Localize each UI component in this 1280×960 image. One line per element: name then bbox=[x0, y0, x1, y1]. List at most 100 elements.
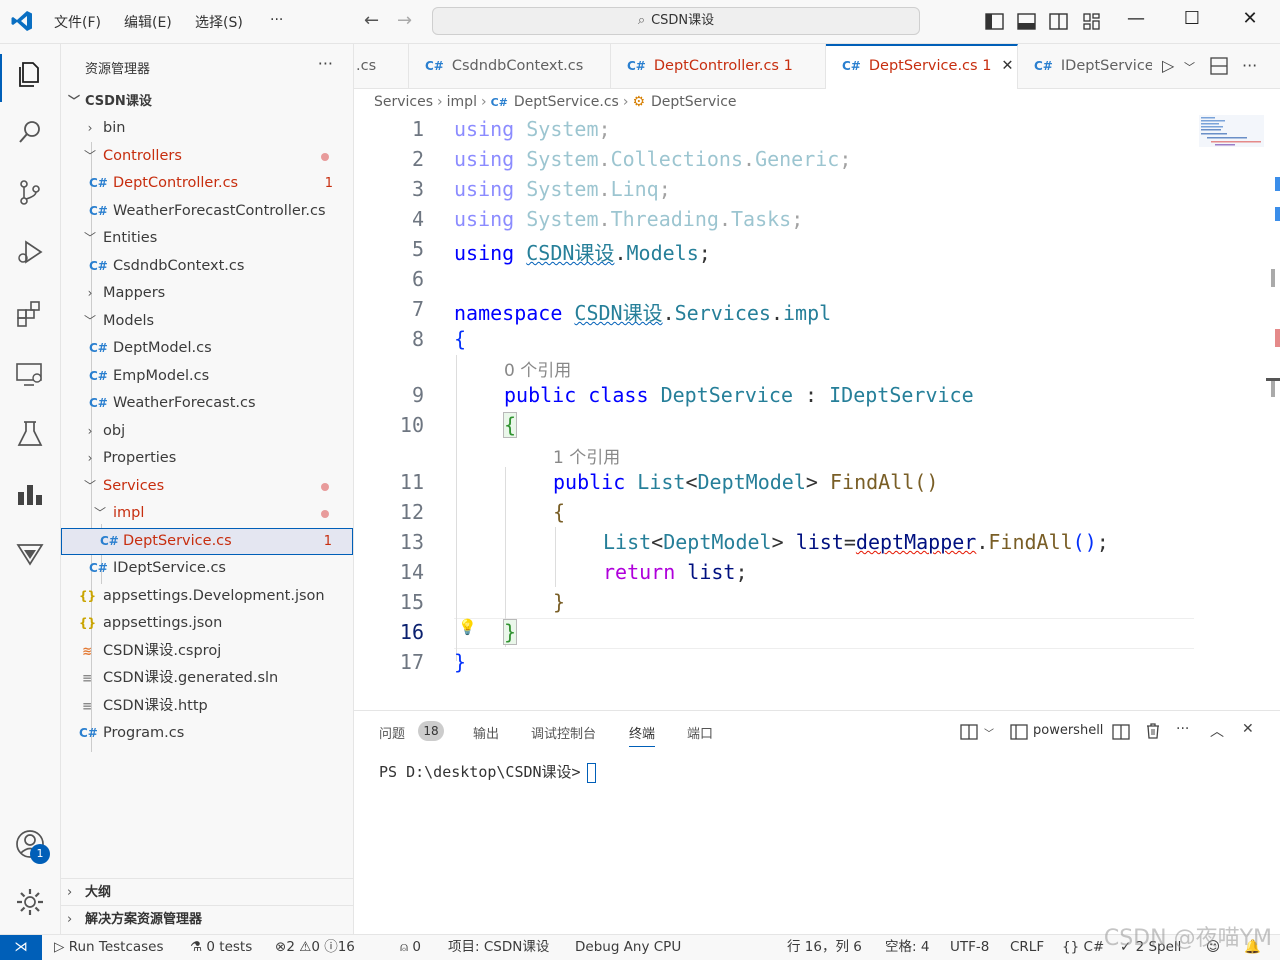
menu-file[interactable]: 文件(F) bbox=[54, 12, 101, 32]
more-actions-icon[interactable]: ··· bbox=[1242, 56, 1257, 75]
remote-indicator-icon[interactable]: ⋊ bbox=[0, 935, 42, 960]
tree-file-program[interactable]: C# Program.cs bbox=[61, 720, 353, 747]
lightbulb-icon[interactable]: 💡 bbox=[458, 618, 477, 636]
minimap[interactable] bbox=[1199, 115, 1264, 155]
maximize-panel-icon[interactable]: ︿ bbox=[1210, 721, 1224, 741]
terminal-output[interactable]: PS D:\desktop\CSDN课设> bbox=[379, 761, 596, 783]
breadcrumb-file[interactable]: DeptService.cs bbox=[514, 94, 619, 110]
tab-csdndbcontext[interactable]: C# CsdndbContext.cs bbox=[409, 44, 611, 89]
gitlens-icon[interactable] bbox=[14, 538, 46, 570]
panel-tab-problems[interactable]: 问题 bbox=[379, 723, 405, 742]
run-testcases-item[interactable]: ▷ Run Testcases bbox=[54, 935, 164, 960]
forward-arrow-icon[interactable]: → bbox=[397, 10, 412, 31]
minimize-icon[interactable]: — bbox=[1116, 8, 1156, 29]
testing-icon[interactable] bbox=[14, 418, 46, 450]
run-icon[interactable]: ▷ bbox=[1162, 56, 1174, 75]
terminal-name[interactable]: powershell bbox=[1033, 723, 1103, 738]
tree-file-ideptservice[interactable]: C# IDeptService.cs bbox=[61, 555, 353, 582]
tree-file-weatherforecastcontroller[interactable]: C# WeatherForecastController.cs bbox=[61, 198, 353, 225]
trash-icon[interactable] bbox=[1144, 722, 1162, 740]
codelens-references[interactable]: 0 个引用 bbox=[504, 356, 571, 381]
tree-file-empmodel[interactable]: C# EmpModel.cs bbox=[61, 363, 353, 390]
menu-edit[interactable]: 编辑(E) bbox=[124, 12, 172, 32]
project-item[interactable]: 项目: CSDN课设 bbox=[448, 935, 549, 960]
more-actions-icon[interactable]: ··· bbox=[1176, 721, 1189, 737]
tab-deptservice[interactable]: C# DeptService.cs 1 ✕ bbox=[826, 44, 1018, 89]
more-actions-icon[interactable]: ··· bbox=[318, 54, 333, 73]
panel-tab-ports[interactable]: 端口 bbox=[687, 723, 713, 742]
codelens-references[interactable]: 1 个引用 bbox=[553, 443, 620, 468]
ports-item[interactable]: ⍝ 0 bbox=[400, 935, 421, 960]
chevron-down-icon[interactable]: ﹀ bbox=[984, 725, 994, 740]
tree-file-deptservice[interactable]: C# DeptService.cs 1 bbox=[61, 528, 353, 555]
chevron-down-icon: ﹀ bbox=[67, 94, 80, 108]
tests-item[interactable]: ⚗ 0 tests bbox=[190, 935, 252, 960]
breadcrumb-services[interactable]: Services bbox=[374, 94, 433, 110]
eol-item[interactable]: CRLF bbox=[1010, 935, 1044, 960]
breadcrumb-class[interactable]: DeptService bbox=[651, 94, 737, 110]
tree-file-appsettings[interactable]: {} appsettings.json bbox=[61, 610, 353, 637]
tree-file-appsettings-development[interactable]: {} appsettings.Development.json bbox=[61, 583, 353, 610]
tree-folder-obj[interactable]: › obj bbox=[61, 418, 353, 445]
indentation-item[interactable]: 空格: 4 bbox=[885, 935, 929, 960]
tree-folder-bin[interactable]: › bin bbox=[61, 115, 353, 142]
new-terminal-layout-icon[interactable] bbox=[960, 723, 978, 741]
language-item[interactable]: {} C# bbox=[1062, 935, 1104, 960]
maximize-icon[interactable]: ☐ bbox=[1172, 8, 1212, 29]
close-window-icon[interactable]: ✕ bbox=[1230, 8, 1270, 29]
tree-folder-controllers[interactable]: ﹀ Controllers bbox=[61, 143, 353, 170]
encoding-item[interactable]: UTF-8 bbox=[950, 935, 989, 960]
tree-file-csdndbcontext[interactable]: C# CsdndbContext.cs bbox=[61, 253, 353, 280]
panel-tab-debug-console[interactable]: 调试控制台 bbox=[531, 723, 596, 742]
explorer-icon[interactable] bbox=[14, 58, 46, 90]
chart-icon[interactable] bbox=[14, 478, 46, 510]
tree-file-sln[interactable]: ≡ CSDN课设.generated.sln bbox=[61, 665, 353, 692]
customize-layout-icon[interactable] bbox=[1081, 11, 1103, 33]
tree-file-deptcontroller[interactable]: C# DeptController.cs 1 bbox=[61, 170, 353, 197]
run-debug-icon[interactable] bbox=[14, 236, 46, 268]
build-config-item[interactable]: Debug Any CPU bbox=[575, 935, 681, 960]
search-view-icon[interactable] bbox=[14, 116, 46, 148]
tree-file-http[interactable]: ≡ CSDN课设.http bbox=[61, 693, 353, 720]
back-arrow-icon[interactable]: ← bbox=[364, 10, 379, 31]
cursor-position-item[interactable]: 行 16，列 6 bbox=[787, 935, 862, 960]
close-panel-icon[interactable]: ✕ bbox=[1242, 721, 1254, 737]
outline-section[interactable]: › 大纲 bbox=[61, 878, 353, 905]
code-editor[interactable]: 1 2 3 4 5 6 7 8 9 10 11 12 13 14 15 16 1… bbox=[354, 115, 1280, 710]
split-terminal-icon[interactable] bbox=[1112, 723, 1130, 741]
tree-folder-mappers[interactable]: › Mappers bbox=[61, 280, 353, 307]
vertical-scrollbar[interactable] bbox=[1266, 115, 1280, 710]
settings-gear-icon[interactable] bbox=[14, 886, 46, 918]
chevron-down-icon[interactable]: ﹀ bbox=[1184, 59, 1195, 75]
tab-partial[interactable]: .cs bbox=[354, 44, 409, 89]
tab-ideptservice[interactable]: C# IDeptService. bbox=[1018, 44, 1152, 89]
tree-file-weatherforecast[interactable]: C# WeatherForecast.cs bbox=[61, 390, 353, 417]
tree-folder-properties[interactable]: › Properties bbox=[61, 445, 353, 472]
tree-root-folder[interactable]: ﹀ CSDN课设 bbox=[61, 88, 353, 115]
command-center-search[interactable]: ⌕ CSDN课设 bbox=[432, 7, 920, 35]
panel-tab-terminal[interactable]: 终端 bbox=[629, 723, 656, 747]
breadcrumb-impl[interactable]: impl bbox=[447, 94, 477, 110]
extensions-icon[interactable] bbox=[14, 298, 46, 330]
tree-folder-entities[interactable]: ﹀ Entities bbox=[61, 225, 353, 252]
panel-tab-output[interactable]: 输出 bbox=[473, 723, 499, 742]
tree-folder-models[interactable]: ﹀ Models bbox=[61, 308, 353, 335]
tab-deptcontroller[interactable]: C# DeptController.cs 1 bbox=[611, 44, 826, 89]
menu-selection[interactable]: 选择(S) bbox=[195, 12, 243, 32]
tree-folder-impl[interactable]: ﹀ impl bbox=[61, 500, 353, 527]
tree-folder-services[interactable]: ﹀ Services bbox=[61, 473, 353, 500]
solution-explorer-title: 解决方案资源管理器 bbox=[85, 912, 203, 927]
solution-explorer-section[interactable]: › 解决方案资源管理器 bbox=[61, 905, 353, 932]
remote-explorer-icon[interactable] bbox=[14, 358, 46, 390]
toggle-primary-sidebar-icon[interactable] bbox=[984, 11, 1006, 33]
toggle-secondary-sidebar-icon[interactable] bbox=[1048, 11, 1070, 33]
outline-title: 大纲 bbox=[85, 885, 112, 900]
menu-more[interactable]: ··· bbox=[270, 12, 283, 28]
problems-item[interactable]: ⊗2 ⚠0 ⓘ16 bbox=[275, 935, 355, 960]
split-editor-icon[interactable] bbox=[1210, 57, 1228, 75]
source-control-icon[interactable] bbox=[14, 176, 46, 208]
tree-file-deptmodel[interactable]: C# DeptModel.cs bbox=[61, 335, 353, 362]
tree-file-csproj[interactable]: ≋ CSDN课设.csproj bbox=[61, 638, 353, 665]
toggle-panel-icon[interactable] bbox=[1016, 11, 1038, 33]
close-tab-icon[interactable]: ✕ bbox=[1001, 58, 1013, 74]
